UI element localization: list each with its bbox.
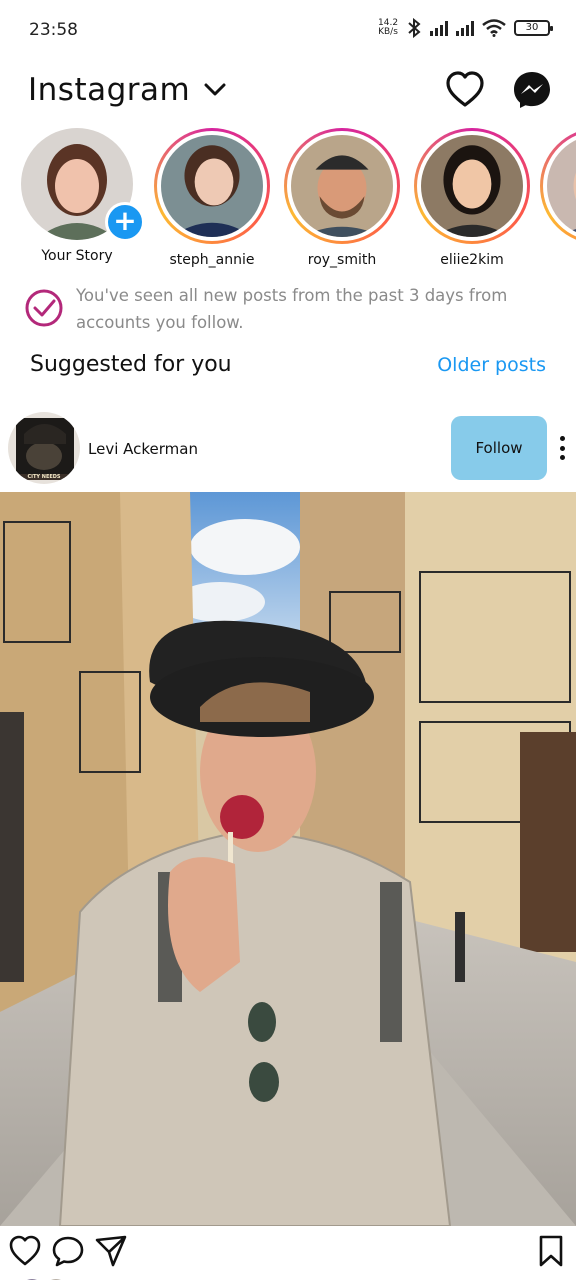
comment-icon[interactable] — [51, 1234, 85, 1268]
status-bar: 23:58 14.2 KB/s 30 — [0, 0, 576, 62]
story-ring — [540, 128, 576, 244]
signal-icon — [456, 20, 474, 36]
suggested-title: Suggested for you — [30, 352, 232, 377]
caught-up-text: You've seen all new posts from the past … — [76, 286, 508, 332]
post-actions — [0, 1232, 576, 1272]
app-header: Instagram — [0, 62, 576, 126]
post-username[interactable]: Levi Ackerman — [88, 440, 198, 458]
wifi-icon — [482, 19, 506, 37]
bookmark-icon[interactable] — [534, 1234, 568, 1268]
follow-button[interactable]: Follow — [451, 416, 547, 480]
avatar — [291, 135, 393, 237]
likes-avatars — [18, 1272, 78, 1280]
share-icon[interactable] — [94, 1234, 128, 1268]
story-your-story[interactable]: + Your Story — [17, 128, 145, 264]
stories-tray: + Your Story steph_annie roy_smith eliie… — [0, 128, 576, 270]
bluetooth-icon — [408, 18, 421, 38]
story-label: eliie2kim — [440, 252, 504, 268]
status-icons: 14.2 KB/s 30 — [378, 18, 553, 38]
story-label: steph_annie — [169, 252, 255, 268]
messenger-icon[interactable] — [512, 70, 552, 110]
avatar — [547, 135, 576, 237]
story-roy-smith[interactable]: roy_smith — [282, 128, 402, 268]
avatar — [161, 135, 263, 237]
story-label: Your Story — [41, 248, 113, 264]
chevron-down-icon — [204, 83, 226, 96]
account-switcher[interactable]: Instagram — [28, 72, 226, 108]
avatar-caption: CITY NEEDS — [27, 474, 61, 480]
avatar[interactable]: CITY NEEDS — [8, 412, 80, 484]
heart-icon[interactable] — [445, 70, 485, 110]
more-options-icon[interactable] — [554, 432, 570, 464]
signal-icon — [430, 20, 448, 36]
status-time: 23:58 — [29, 20, 78, 40]
story-label: roy_smith — [307, 252, 377, 268]
check-circle-icon — [25, 289, 63, 327]
network-speed-unit: KB/s — [378, 27, 398, 37]
story-ring — [284, 128, 400, 244]
avatar — [421, 135, 523, 237]
suggested-header: Suggested for you Older posts — [30, 350, 546, 386]
add-story-button[interactable]: + — [105, 202, 145, 242]
story-ring — [414, 128, 530, 244]
post-header: CITY NEEDS Levi Ackerman Follow — [0, 410, 576, 490]
story-eliie2kim[interactable]: eliie2kim — [412, 128, 532, 268]
older-posts-link[interactable]: Older posts — [437, 354, 546, 376]
heart-icon[interactable] — [8, 1234, 42, 1268]
network-speed: 14.2 KB/s — [378, 19, 398, 37]
post-image[interactable] — [0, 492, 576, 1226]
story-ring — [154, 128, 270, 244]
story-steph-annie[interactable]: steph_annie — [152, 128, 272, 268]
battery-icon: 30 — [514, 20, 553, 36]
app-title: Instagram — [28, 72, 191, 108]
caught-up-notice: You've seen all new posts from the past … — [24, 282, 554, 338]
story-partial[interactable] — [540, 128, 576, 244]
